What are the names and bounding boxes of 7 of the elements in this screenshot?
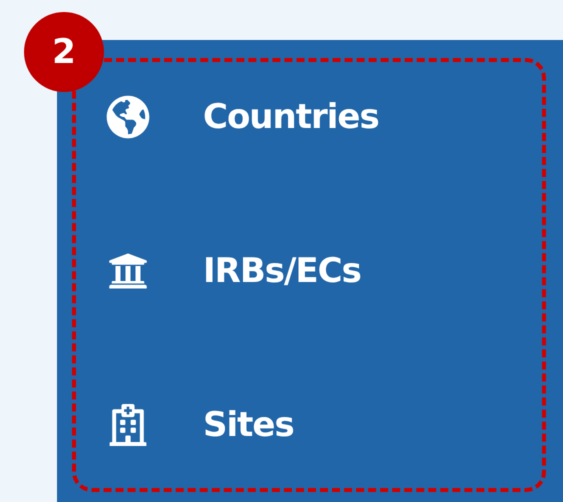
sidebar-item[interactable]: Sites: [203, 400, 294, 450]
globe-icon: [106, 95, 150, 139]
columned-building-icon: [108, 251, 148, 291]
sidebar-item[interactable]: Countries: [203, 92, 379, 142]
hospital-icon: [107, 404, 149, 446]
sidebar-item[interactable]: IRBs/ECs: [203, 246, 361, 296]
step-badge: 2: [24, 12, 104, 92]
